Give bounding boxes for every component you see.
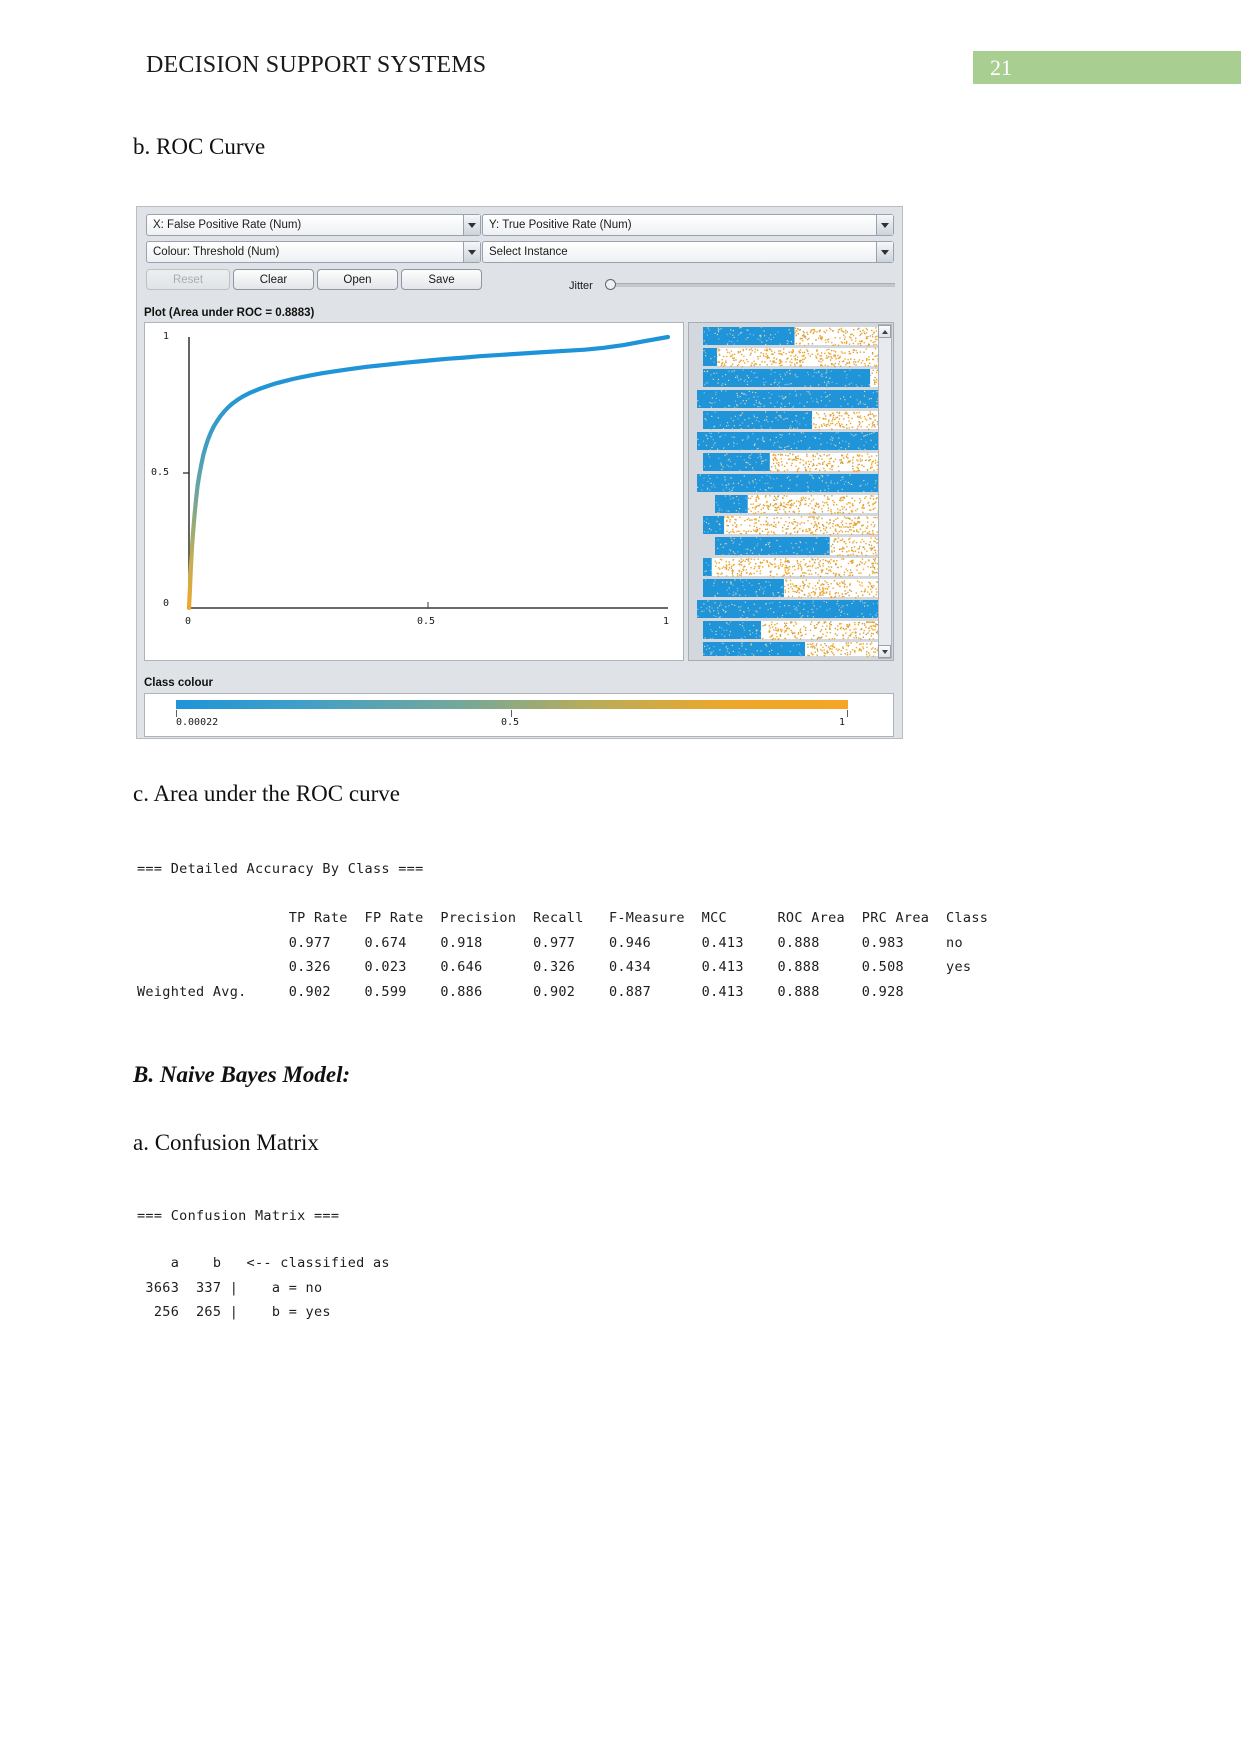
page-number: 21 xyxy=(990,55,1012,80)
class-colour-label: Class colour xyxy=(144,677,214,689)
roc-curve-svg xyxy=(183,334,671,611)
class-colour-legend: 0.00022 0.5 1 xyxy=(144,693,894,737)
heading-roc-curve: b. ROC Curve xyxy=(133,134,266,159)
heading-confusion-matrix: a. Confusion Matrix xyxy=(133,1130,319,1155)
x-axis-select-value: X: False Positive Rate (Num) xyxy=(153,219,302,231)
chevron-down-icon[interactable] xyxy=(876,215,893,235)
scroll-up-icon[interactable] xyxy=(878,325,891,338)
x-tick-0: 0 xyxy=(185,616,192,627)
document-page: DECISION SUPPORT SYSTEMS 21 b. ROC Curve… xyxy=(0,0,1241,1754)
heading-area-under-roc: c. Area under the ROC curve xyxy=(133,781,400,806)
x-tick-0-5: 0.5 xyxy=(417,616,436,627)
y-axis-select-value: Y: True Positive Rate (Num) xyxy=(489,219,632,231)
y-tick-0-5: 0.5 xyxy=(151,467,170,478)
strips-scrollbar-track[interactable] xyxy=(878,324,892,659)
jitter-label: Jitter xyxy=(569,280,593,292)
cc-tick-mid xyxy=(511,710,512,717)
x-tick-1: 1 xyxy=(663,616,670,627)
jitter-slider-track[interactable] xyxy=(616,283,895,287)
scroll-down-icon[interactable] xyxy=(878,645,891,658)
y-tick-0: 0 xyxy=(163,598,170,609)
page-number-badge: 21 xyxy=(973,51,1241,84)
chevron-down-icon[interactable] xyxy=(876,242,893,262)
confusion-report-table: a b <-- classified as 3663 337 | a = no … xyxy=(145,1255,390,1320)
x-axis-select[interactable]: X: False Positive Rate (Num) xyxy=(146,214,481,236)
cc-tick-left xyxy=(176,710,177,717)
instance-strips-svg xyxy=(697,327,881,658)
open-button[interactable]: Open xyxy=(317,269,398,290)
plot-title: Plot (Area under ROC = 0.8883) xyxy=(144,307,315,319)
y-tick-1: 1 xyxy=(163,331,170,342)
instance-strips-panel[interactable] xyxy=(688,322,894,661)
accuracy-report-title: === Detailed Accuracy By Class === xyxy=(137,861,424,877)
colour-select-value: Colour: Threshold (Num) xyxy=(153,246,280,258)
weka-threshold-curve-panel: X: False Positive Rate (Num) Y: True Pos… xyxy=(136,206,903,739)
heading-naive-bayes-model: B. Naive Bayes Model: xyxy=(133,1062,351,1087)
cc-label-min: 0.00022 xyxy=(176,717,219,728)
page-header-title: DECISION SUPPORT SYSTEMS xyxy=(146,52,487,78)
roc-plot-area[interactable]: 1 0.5 0 0 0.5 1 xyxy=(144,322,684,661)
cc-label-max: 1 xyxy=(839,717,846,728)
save-button[interactable]: Save xyxy=(401,269,482,290)
class-colour-gradient-bar xyxy=(176,700,848,709)
confusion-report-title: === Confusion Matrix === xyxy=(137,1208,340,1224)
select-instance-value: Select Instance xyxy=(489,246,568,258)
chevron-down-icon[interactable] xyxy=(463,242,480,262)
cc-label-mid: 0.5 xyxy=(501,717,520,728)
chevron-down-icon[interactable] xyxy=(463,215,480,235)
y-axis-select[interactable]: Y: True Positive Rate (Num) xyxy=(482,214,894,236)
jitter-slider-knob[interactable] xyxy=(605,279,616,290)
reset-button[interactable]: Reset xyxy=(146,269,230,290)
clear-button[interactable]: Clear xyxy=(233,269,314,290)
cc-tick-right xyxy=(847,710,848,717)
accuracy-report-table: TP Rate FP Rate Precision Recall F-Measu… xyxy=(137,910,989,1000)
colour-select[interactable]: Colour: Threshold (Num) xyxy=(146,241,481,263)
select-instance-dropdown[interactable]: Select Instance xyxy=(482,241,894,263)
